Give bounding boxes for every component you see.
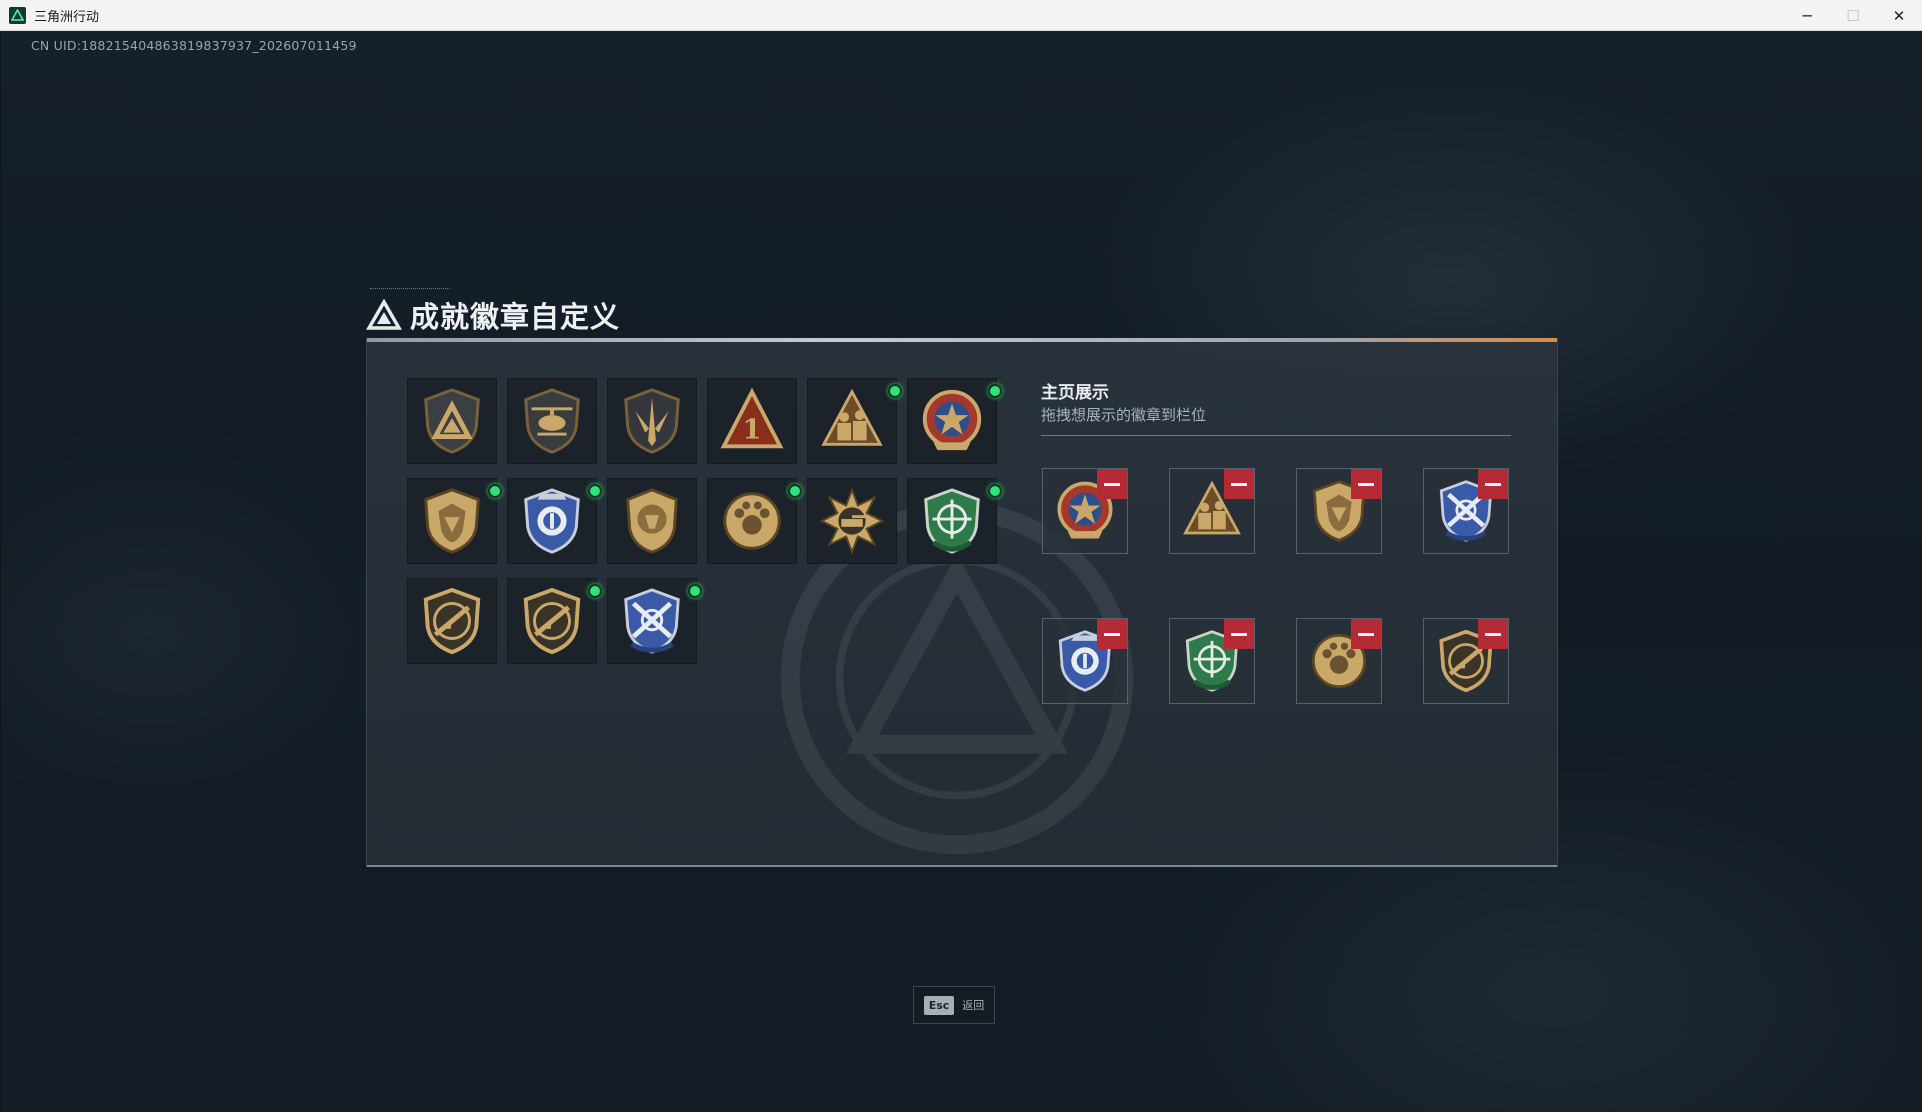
new-indicator-dot — [588, 484, 602, 498]
helicopter-icon — [524, 388, 580, 454]
blade-shield-icon — [624, 388, 680, 454]
showcase-slot-soldiers-triangle-badge[interactable] — [1169, 468, 1255, 554]
remove-badge-button[interactable] — [1097, 469, 1127, 499]
showcase-slot-green-crosshair-badge[interactable] — [1169, 618, 1255, 704]
window-titlebar[interactable]: 三角洲行动 ─ ☐ ✕ — [0, 0, 1922, 31]
remove-badge-button[interactable] — [1478, 469, 1508, 499]
back-button[interactable]: Esc 返回 — [913, 986, 995, 1024]
sun-tank-badge[interactable] — [807, 478, 897, 564]
number-one-icon: 1 — [720, 387, 784, 449]
gold-shield-icon — [424, 488, 480, 554]
minus-icon — [1485, 482, 1501, 486]
showcase-slot-paw-medal-badge[interactable] — [1296, 618, 1382, 704]
paw-medal-icon — [723, 492, 781, 550]
green-crosshair-badge[interactable] — [907, 478, 1002, 564]
rifle-shield-icon — [523, 587, 581, 655]
minus-icon — [1358, 482, 1374, 486]
minus-icon — [1485, 632, 1501, 636]
remove-badge-button[interactable] — [1224, 469, 1254, 499]
new-indicator-dot — [488, 484, 502, 498]
blade-shield-badge[interactable] — [607, 378, 697, 464]
delta-logo-icon — [366, 299, 402, 330]
new-indicator-dot — [888, 384, 902, 398]
uid-label: CN UID:18821540486381983793​7_2026070114… — [31, 38, 357, 53]
showcase-subtitle: 拖拽想展示的徽章到栏位 — [1041, 406, 1207, 424]
showcase-title: 主页展示 — [1041, 383, 1109, 403]
dialog-title: 成就徽章自定义 — [410, 300, 621, 334]
dialog-header: 成就徽章自定义 — [366, 288, 621, 336]
helicopter-badge[interactable] — [507, 378, 597, 464]
soldiers-triangle-icon — [821, 388, 883, 446]
showcase-slot-gold-shield-badge[interactable] — [1296, 468, 1382, 554]
new-indicator-dot — [588, 584, 602, 598]
panel-top-border — [367, 338, 1557, 342]
maximize-button[interactable]: ☐ — [1830, 0, 1876, 31]
sun-tank-icon — [819, 487, 885, 555]
minus-icon — [1358, 632, 1374, 636]
remove-badge-button[interactable] — [1351, 469, 1381, 499]
title-decoration — [370, 288, 450, 290]
esc-key-hint: Esc — [923, 995, 955, 1015]
showcase-slot-blue-police-badge[interactable] — [1042, 618, 1128, 704]
window-title: 三角洲行动 — [34, 9, 100, 25]
blue-crossed-rifles-icon — [624, 588, 680, 654]
game-surface: CN UID:18821540486381983793​7_2026070114… — [1, 31, 1921, 1112]
rifle-shield-icon — [423, 587, 481, 655]
window-controls: ─ ☐ ✕ — [1784, 0, 1922, 31]
showcase-slot-blue-crossed-rifles-badge[interactable] — [1423, 468, 1509, 554]
soldiers-triangle-badge[interactable] — [807, 378, 902, 464]
star-medal-icon — [922, 389, 982, 451]
remove-badge-button[interactable] — [1097, 619, 1127, 649]
minus-icon — [1231, 482, 1247, 486]
rifle-shield-badge[interactable] — [407, 578, 497, 664]
blue-police-badge[interactable] — [507, 478, 602, 564]
delta-logo-icon — [424, 388, 480, 454]
remove-badge-button[interactable] — [1478, 619, 1508, 649]
panel-bottom-border — [367, 865, 1557, 867]
back-label: 返回 — [962, 999, 985, 1012]
new-indicator-dot — [988, 384, 1002, 398]
gold-shield-badge[interactable] — [407, 478, 502, 564]
number-one-badge[interactable]: 1 — [707, 378, 797, 464]
minus-icon — [1104, 482, 1120, 486]
minus-icon — [1104, 632, 1120, 636]
paw-medal-badge[interactable] — [707, 478, 802, 564]
lion-shield-badge[interactable] — [607, 478, 697, 564]
remove-badge-button[interactable] — [1224, 619, 1254, 649]
new-indicator-dot — [688, 584, 702, 598]
showcase-divider — [1041, 435, 1511, 436]
remove-badge-button[interactable] — [1351, 619, 1381, 649]
blue-police-icon — [524, 488, 580, 554]
showcase-slot-rifle-shield-badge[interactable] — [1423, 618, 1509, 704]
rifle-shield-2-badge[interactable] — [507, 578, 602, 664]
minimize-button[interactable]: ─ — [1784, 0, 1830, 31]
green-crosshair-icon — [924, 488, 980, 554]
minus-icon — [1231, 632, 1247, 636]
new-indicator-dot — [788, 484, 802, 498]
close-button[interactable]: ✕ — [1876, 0, 1922, 31]
badge-customize-panel: 1 主页展示 拖拽想展示的徽章到栏位 — [366, 338, 1558, 867]
delta-logo-badge[interactable] — [407, 378, 497, 464]
svg-text:1: 1 — [743, 414, 762, 446]
new-indicator-dot — [988, 484, 1002, 498]
app-logo-icon — [9, 6, 26, 24]
star-eagle-badge[interactable] — [907, 378, 1002, 464]
showcase-slot-star-eagle-badge[interactable] — [1042, 468, 1128, 554]
lion-shield-icon — [626, 488, 678, 554]
blue-crossed-rifles-badge[interactable] — [607, 578, 702, 664]
